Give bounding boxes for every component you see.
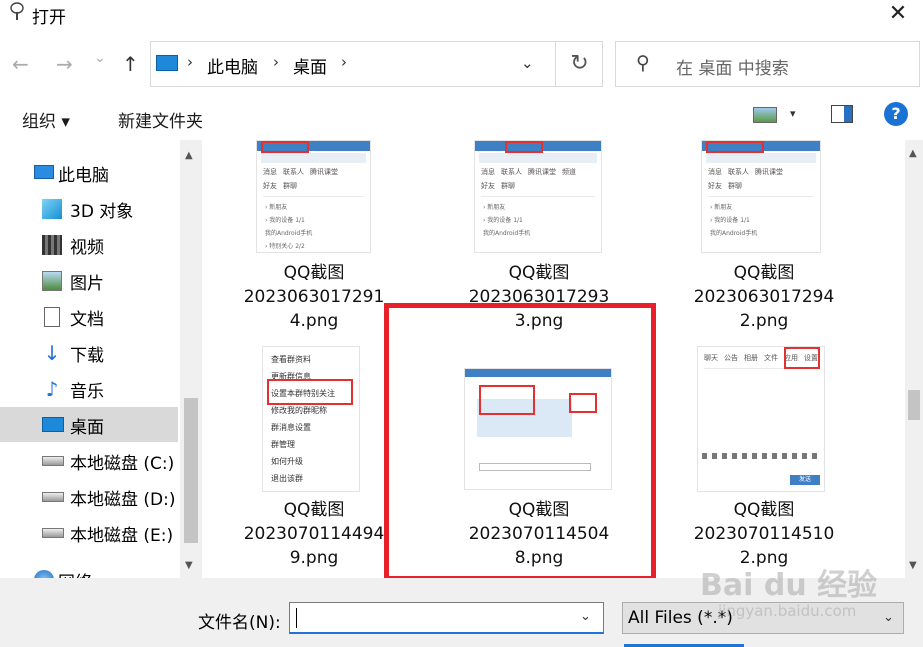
sidebar-item-label: 文档 bbox=[70, 310, 104, 330]
sidebar-item-label: 视频 bbox=[70, 238, 104, 258]
help-icon[interactable]: ? bbox=[884, 102, 908, 126]
sidebar-item-label: 音乐 bbox=[70, 382, 104, 402]
breadcrumb-separator: › bbox=[273, 53, 279, 71]
scrollbar-thumb[interactable] bbox=[184, 398, 198, 543]
sidebar-item-label: 此电脑 bbox=[58, 166, 109, 186]
sidebar-item-label: 桌面 bbox=[70, 418, 104, 438]
sidebar-item-drive-e[interactable]: 本地磁盘 (E:) bbox=[0, 515, 178, 550]
breadcrumb-separator: › bbox=[187, 53, 193, 71]
sidebar-item-videos[interactable]: 视频 bbox=[0, 227, 178, 262]
text-caret bbox=[296, 608, 297, 628]
file-thumbnail[interactable]: 聊天 公告 相册 文件 应用 设置 发送 bbox=[697, 346, 825, 492]
search-icon: ⚲ bbox=[636, 52, 650, 74]
organize-button[interactable]: 组织 ▾ bbox=[22, 107, 70, 132]
forward-arrow-icon[interactable]: → bbox=[56, 52, 73, 76]
sidebar-item-label: 3D 对象 bbox=[70, 202, 134, 222]
back-arrow-icon[interactable]: ← bbox=[12, 52, 29, 76]
sidebar-item-desktop[interactable]: 桌面 bbox=[0, 407, 178, 442]
sidebar-item-network[interactable]: 网络 bbox=[0, 562, 178, 578]
drive-icon bbox=[42, 528, 64, 538]
highlight-box bbox=[706, 141, 764, 153]
file-thumbnail[interactable]: 消息 联系人 腾讯课堂 好友 群聊 › 新朋友 › 我的设备 1/1 我的And… bbox=[701, 140, 821, 253]
address-bar[interactable]: › 此电脑 › 桌面 › ⌄ ↻ bbox=[150, 41, 603, 87]
sidebar-item-label: 本地磁盘 (E:) bbox=[70, 526, 174, 546]
search-placeholder[interactable]: 在 桌面 中搜索 bbox=[676, 54, 789, 79]
drive-icon bbox=[42, 456, 64, 466]
file-thumbnail[interactable]: 消息 联系人 腾讯课堂 频道 好友 群聊 › 新朋友 › 我的设备 1/1 我的… bbox=[474, 140, 602, 253]
refresh-icon[interactable]: ↻ bbox=[555, 42, 603, 86]
breadcrumb-separator[interactable]: › bbox=[341, 53, 347, 71]
sidebar-item-drive-d[interactable]: 本地磁盘 (D:) bbox=[0, 479, 178, 514]
pictures-icon bbox=[42, 271, 62, 291]
filename-label: 文件名(N): bbox=[198, 613, 281, 633]
title-bar: 打开 ✕ bbox=[0, 0, 923, 30]
sidebar-item-label: 本地磁盘 (D:) bbox=[70, 490, 176, 510]
scroll-up-icon[interactable]: ▲ bbox=[185, 150, 193, 161]
sidebar-item-3d-objects[interactable]: 3D 对象 bbox=[0, 191, 178, 226]
network-icon bbox=[34, 570, 54, 578]
computer-icon bbox=[34, 165, 54, 179]
chevron-down-icon[interactable]: ⌄ bbox=[521, 54, 534, 72]
highlight-box bbox=[267, 379, 353, 405]
sidebar-item-label: 本地磁盘 (C:) bbox=[70, 454, 175, 474]
sidebar-item-downloads[interactable]: ↓ 下载 bbox=[0, 335, 178, 370]
open-file-dialog: 打开 ✕ ← → ⌄ ↑ › 此电脑 › 桌面 › ⌄ ↻ ⚲ 在 桌面 中搜索… bbox=[0, 0, 923, 647]
file-list-scrollbar[interactable]: ▲ ▼ bbox=[905, 140, 923, 578]
breadcrumb-desktop[interactable]: 桌面 bbox=[293, 53, 327, 78]
sidebar-item-pictures[interactable]: 图片 bbox=[0, 263, 178, 298]
file-thumbnail[interactable]: 消息 联系人 腾讯课堂 好友 群聊 › 新朋友 › 我的设备 1/1 我的And… bbox=[256, 140, 371, 253]
desktop-icon bbox=[42, 417, 64, 432]
change-view-icon[interactable] bbox=[753, 107, 777, 123]
sidebar-item-documents[interactable]: 文档 bbox=[0, 299, 178, 334]
watermark-brand: Bai du 经验 bbox=[700, 568, 878, 603]
highlight-box bbox=[784, 347, 820, 369]
filename-input[interactable]: ⌄ bbox=[289, 602, 604, 634]
view-options-dropdown[interactable]: ▾ bbox=[790, 107, 796, 120]
file-thumbnail[interactable]: 查看群资料 更新群信息 设置本群特别关注 修改我的群昵称 群消息设置 群管理 如… bbox=[262, 346, 360, 492]
sidebar-item-music[interactable]: ♪ 音乐 bbox=[0, 371, 178, 406]
music-icon: ♪ bbox=[45, 377, 59, 401]
sidebar-item-label: 下载 bbox=[70, 346, 104, 366]
toolbar: 组织 ▾ 新建文件夹 ▾ ? bbox=[0, 95, 923, 139]
sidebar-item-label: 图片 bbox=[70, 274, 104, 294]
window-title: 打开 bbox=[32, 8, 66, 28]
computer-icon bbox=[156, 55, 178, 71]
close-icon[interactable]: ✕ bbox=[883, 0, 913, 28]
drive-icon bbox=[42, 492, 64, 502]
video-icon bbox=[42, 235, 62, 255]
app-icon bbox=[10, 2, 24, 20]
documents-icon bbox=[44, 307, 60, 327]
preview-pane-icon[interactable] bbox=[831, 105, 853, 123]
sidebar-item-label: 网络 bbox=[58, 568, 92, 578]
breadcrumb-this-pc[interactable]: 此电脑 bbox=[207, 53, 258, 78]
watermark-url: jingyan.baidu.com bbox=[718, 602, 857, 620]
scrollbar-thumb[interactable] bbox=[908, 390, 920, 420]
file-name[interactable]: QQ截图 2023063017294 2.png bbox=[664, 261, 864, 333]
new-folder-button[interactable]: 新建文件夹 bbox=[118, 107, 203, 132]
baidu-watermark: Bai du 经验 jingyan.baidu.com bbox=[700, 560, 920, 630]
up-arrow-icon[interactable]: ↑ bbox=[122, 52, 139, 76]
annotation-highlight-box bbox=[384, 303, 656, 581]
download-icon: ↓ bbox=[43, 341, 61, 365]
3d-objects-icon bbox=[42, 199, 62, 219]
scroll-up-icon[interactable]: ▲ bbox=[909, 148, 917, 159]
chevron-down-icon[interactable]: ⌄ bbox=[580, 609, 591, 624]
highlight-box bbox=[261, 141, 309, 153]
sidebar-scrollbar[interactable]: ▲ ▼ bbox=[180, 140, 202, 578]
scroll-down-icon[interactable]: ▼ bbox=[185, 560, 193, 571]
highlight-box bbox=[505, 141, 543, 153]
recent-locations-icon[interactable]: ⌄ bbox=[94, 50, 106, 66]
sidebar-item-this-pc[interactable]: 此电脑 bbox=[0, 155, 178, 190]
search-box[interactable]: ⚲ 在 桌面 中搜索 bbox=[615, 41, 920, 87]
navigation-pane: 此电脑 3D 对象 视频 图片 文档 ↓ 下载 ♪ 音乐 桌面 本地磁盘 (C:… bbox=[0, 148, 180, 578]
sidebar-item-drive-c[interactable]: 本地磁盘 (C:) bbox=[0, 443, 178, 478]
